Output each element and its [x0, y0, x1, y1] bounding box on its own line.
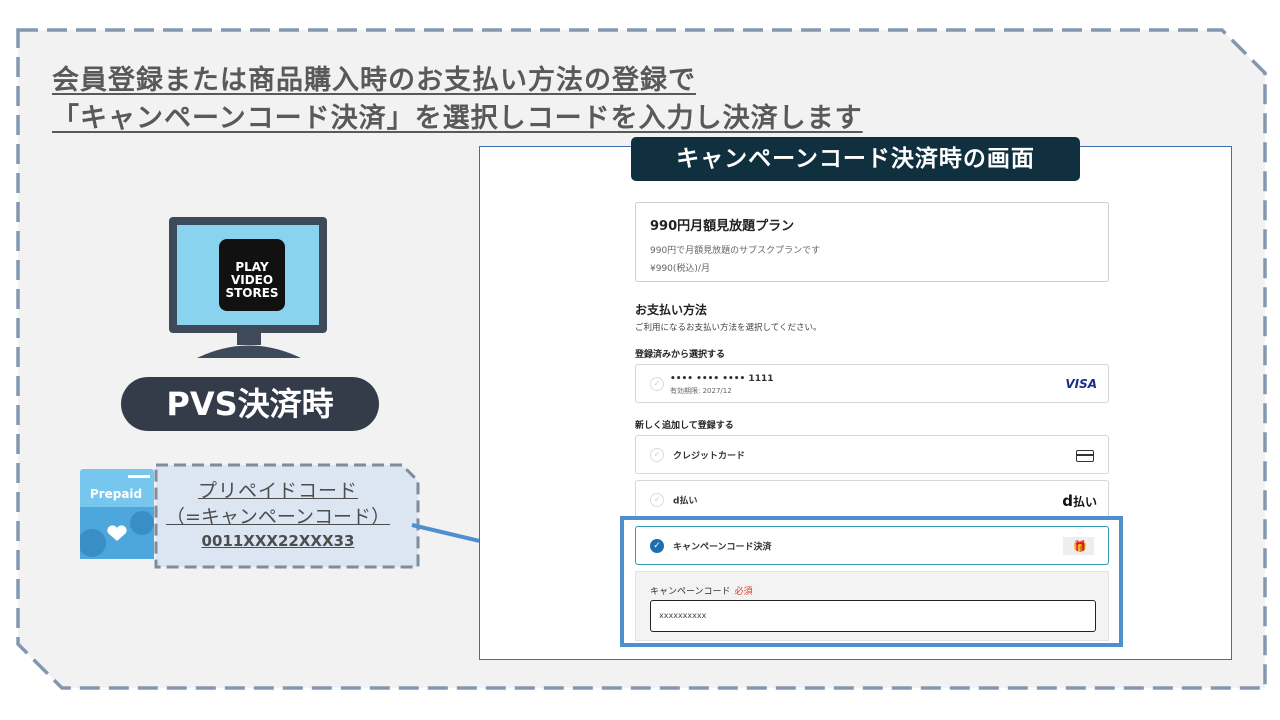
- new-section-label: 新しく追加して登録する: [635, 421, 734, 431]
- credit-card-icon: [1076, 450, 1094, 462]
- monitor-illustration: PLAY VIDEO STORES: [169, 217, 327, 358]
- plan-name: 990円月額見放題プラン: [650, 219, 795, 234]
- d-payment-option[interactable]: ✓ d払い d払い: [635, 480, 1109, 519]
- plan-price: ¥990(税込)/月: [650, 264, 710, 274]
- prepaid-subtitle: （=キャンペーンコード）: [166, 506, 390, 528]
- d-payment-logo-icon: d払い: [1062, 492, 1097, 510]
- highlight-frame: [620, 516, 1123, 647]
- prepaid-card-text: Prepaid: [90, 487, 142, 501]
- heading-line-2: 「キャンペーンコード決済」を選択しコードを入力し決済します: [52, 103, 863, 134]
- monitor-logo-line-1: PLAY: [235, 260, 269, 274]
- check-icon: ✓: [650, 447, 664, 462]
- payment-method-title: お支払い方法: [635, 303, 708, 317]
- d-payment-logo-d: d: [1062, 492, 1073, 510]
- saved-card-number: •••• •••• •••• 1111: [670, 374, 774, 384]
- pvs-payment-label: PVS決済時: [121, 377, 379, 431]
- prepaid-title: プリペイドコード: [197, 480, 358, 502]
- saved-card-option[interactable]: ✓ •••• •••• •••• 1111 有効期限: 2027/12 VISA: [635, 364, 1109, 403]
- check-icon: ✓: [650, 492, 664, 507]
- prepaid-card-icon: Prepaid: [80, 469, 154, 559]
- credit-card-label: クレジットカード: [673, 451, 746, 461]
- monitor-logo-line-3: STORES: [225, 286, 278, 300]
- payment-method-subtitle: ご利用になるお支払い方法を選択してください。: [635, 323, 822, 333]
- heading-line-1: 会員登録または商品購入時のお支払い方法の登録で: [52, 65, 696, 96]
- check-icon: ✓: [650, 376, 664, 391]
- credit-card-option[interactable]: ✓ クレジットカード: [635, 435, 1109, 474]
- saved-card-expiry: 有効期限: 2027/12: [670, 387, 732, 395]
- registered-section-label: 登録済みから選択する: [635, 350, 726, 360]
- prepaid-code: 0011XXX22XXX33: [201, 532, 355, 550]
- panel-title: キャンペーンコード決済時の画面: [631, 137, 1080, 181]
- monitor-logo-line-2: VIDEO: [231, 273, 273, 287]
- prepaid-code-info: プリペイドコード （=キャンペーンコード） 0011XXX22XXX33: [160, 478, 396, 550]
- d-payment-label: d払い: [673, 496, 698, 506]
- plan-description: 990円で月額見放題のサブスクプランです: [650, 246, 821, 256]
- d-payment-logo-text: 払い: [1072, 495, 1097, 509]
- plan-card: 990円月額見放題プラン 990円で月額見放題のサブスクプランです ¥990(税…: [635, 202, 1109, 282]
- visa-logo-icon: VISA: [1065, 377, 1097, 391]
